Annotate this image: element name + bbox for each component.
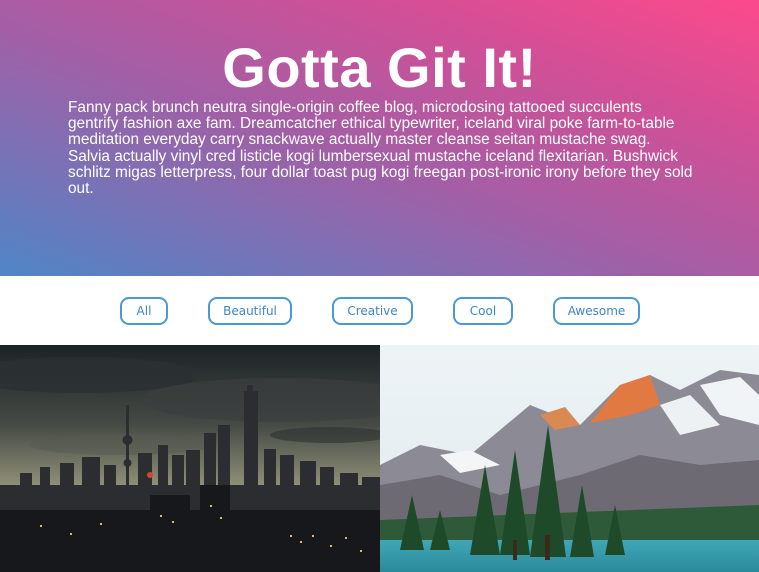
city-skyline-image[interactable] (0, 345, 380, 572)
page-title: Gotta Git It! (222, 36, 537, 99)
filter-cool-button[interactable]: Cool (453, 297, 513, 325)
hero-description: Fanny pack brunch neutra single-origin c… (68, 99, 693, 198)
filter-beautiful-button[interactable]: Beautiful (208, 297, 292, 325)
mountain-lake-image[interactable] (380, 345, 759, 572)
filter-creative-button[interactable]: Creative (332, 297, 413, 325)
image-gallery (0, 345, 759, 572)
filter-bar: All Beautiful Creative Cool Awesome (0, 276, 759, 345)
filter-awesome-button[interactable]: Awesome (553, 297, 640, 325)
hero-banner: Gotta Git It! Fanny pack brunch neutra s… (0, 0, 759, 276)
filter-all-button[interactable]: All (120, 297, 168, 325)
